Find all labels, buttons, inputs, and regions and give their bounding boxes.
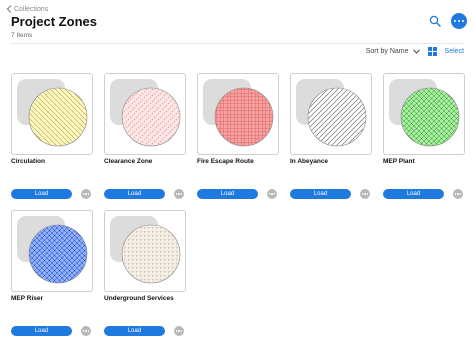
page-title: Project Zones (11, 14, 97, 29)
dot (175, 330, 178, 332)
hatch-swatch-icon (121, 87, 181, 147)
dot (87, 193, 90, 195)
item-label: Underground Services (104, 295, 174, 302)
dot (459, 193, 462, 195)
collection-item-thumbnail[interactable] (11, 73, 93, 155)
dot (82, 330, 85, 332)
dot (361, 193, 364, 195)
dot (178, 330, 180, 332)
item-label: Fire Escape Route (197, 158, 254, 165)
collection-item-thumbnail[interactable] (104, 73, 186, 155)
item-more-options-button[interactable] (360, 189, 370, 199)
hatch-swatch-icon (400, 87, 460, 147)
collection-item-thumbnail[interactable] (11, 210, 93, 292)
dot (454, 20, 457, 22)
load-button[interactable]: Load (11, 326, 72, 336)
dot (85, 193, 87, 195)
header-divider (10, 43, 464, 44)
item-more-options-button[interactable] (453, 189, 463, 199)
dot (268, 193, 271, 195)
collection-item-thumbnail[interactable] (197, 73, 279, 155)
dot (461, 20, 464, 22)
dot (82, 193, 85, 195)
dot (175, 193, 178, 195)
hatch-swatch-icon (121, 224, 181, 284)
dot (178, 193, 180, 195)
dot (180, 330, 183, 332)
dot (85, 330, 87, 332)
item-label: Circulation (11, 158, 45, 165)
dot (180, 193, 183, 195)
chevron-left-icon (6, 5, 12, 13)
load-button[interactable]: Load (383, 189, 444, 199)
dot (364, 193, 366, 195)
back-to-collections[interactable]: Collections (6, 5, 48, 13)
load-button[interactable]: Load (290, 189, 351, 199)
search-icon[interactable] (429, 15, 441, 27)
chevron-down-icon (412, 49, 420, 54)
dot (458, 20, 460, 22)
load-button[interactable]: Load (104, 189, 165, 199)
item-count: 7 Items (11, 32, 33, 39)
dot (271, 193, 273, 195)
item-more-options-button[interactable] (174, 189, 184, 199)
item-label: In Abeyance (290, 158, 329, 165)
dot (87, 330, 90, 332)
load-button[interactable]: Load (197, 189, 258, 199)
hatch-swatch-icon (214, 87, 274, 147)
collection-item-thumbnail[interactable] (290, 73, 372, 155)
dot (454, 193, 457, 195)
item-more-options-button[interactable] (174, 326, 184, 336)
load-button[interactable]: Load (11, 189, 72, 199)
item-label: MEP Plant (383, 158, 415, 165)
more-options-button[interactable] (451, 13, 467, 29)
dot (366, 193, 369, 195)
back-label: Collections (14, 5, 49, 13)
item-label: MEP Riser (11, 295, 44, 302)
sort-dropdown[interactable]: Sort by Name (366, 48, 420, 55)
load-button[interactable]: Load (104, 326, 165, 336)
item-label: Clearance Zone (104, 158, 153, 165)
select-button[interactable]: Select (445, 48, 464, 55)
collection-item-thumbnail[interactable] (383, 73, 465, 155)
sort-toolbar: Sort by Name Select (366, 47, 464, 56)
item-more-options-button[interactable] (267, 189, 277, 199)
item-more-options-button[interactable] (81, 326, 91, 336)
hatch-swatch-icon (28, 224, 88, 284)
item-more-options-button[interactable] (81, 189, 91, 199)
hatch-swatch-icon (28, 87, 88, 147)
dot (457, 193, 459, 195)
sort-label: Sort by Name (365, 48, 409, 55)
collection-item-thumbnail[interactable] (104, 210, 186, 292)
dot (273, 193, 276, 195)
hatch-swatch-icon (307, 87, 367, 147)
grid-view-icon[interactable] (427, 47, 437, 56)
